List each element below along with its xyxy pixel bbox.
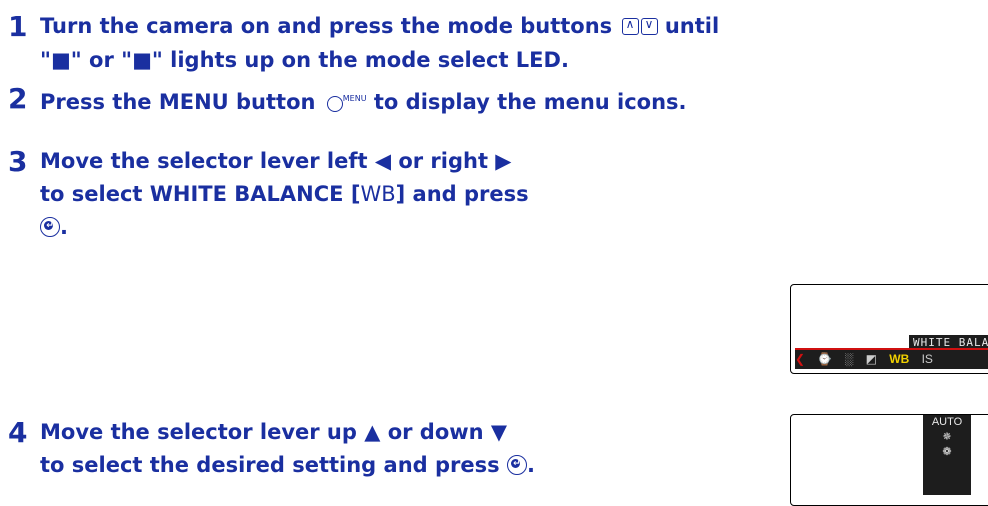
mode-up-button-icon: ∧	[621, 17, 639, 35]
exposure-icon: ◩	[865, 352, 877, 366]
step-3-line-1: Move the selector lever left ◀ or right …	[40, 145, 511, 178]
wb-option-auto: AUTO	[931, 416, 963, 428]
self-timer-icon: ⌚	[817, 352, 833, 366]
step-1-text-b: until	[664, 14, 720, 38]
white-balance-options: AUTO ✵ ❁	[923, 415, 971, 495]
step-2-number: 2	[8, 82, 28, 115]
step-2-text-a: Press the MENU button	[40, 90, 316, 114]
left-arrow-icon: ◀	[374, 149, 391, 173]
menu-screen-preview: WHITE BALAN ❮ ⌚ ░ ◩ WB IS	[790, 284, 988, 374]
menu-button-label: MENU	[342, 94, 367, 103]
step-2-line-1: Press the MENU button MENU to display th…	[40, 82, 687, 119]
step-3-number: 3	[8, 145, 28, 178]
step-4-line-2: to select the desired setting and press …	[40, 449, 535, 482]
step-3-text-d: ] and press	[395, 182, 529, 206]
menu-button-icon	[326, 96, 343, 112]
menu-left-chevron-icon: ❮	[795, 352, 806, 366]
ok-button-icon: ↵	[506, 455, 527, 475]
step-1-number: 1	[8, 10, 28, 43]
wb-symbol: WB	[360, 182, 396, 206]
step-3-text-c: to select WHITE BALANCE [	[40, 182, 361, 206]
step-3: 3 Move the selector lever left ◀ or righ…	[8, 145, 768, 255]
step-1-text-c: "■" or "■" lights up on the mode select …	[40, 48, 569, 72]
iso-icon: IS	[921, 352, 933, 366]
up-arrow-icon: ▲	[364, 420, 381, 444]
step-4-text-c: to select the desired setting and press	[40, 453, 500, 477]
wb-option-daylight-icon: ✵	[942, 431, 952, 443]
step-1-line-2: "■" or "■" lights up on the mode select …	[40, 44, 569, 77]
step-4-line-1: Move the selector lever up ▲ or down ▼	[40, 416, 507, 449]
step-2: 2 Press the MENU button MENU to display …	[8, 82, 988, 120]
step-1-line-1: Turn the camera on and press the mode bu…	[40, 10, 719, 43]
menu-icons: ❮ ⌚ ░ ◩ WB IS	[795, 350, 942, 369]
quality-icon: ░	[844, 352, 854, 366]
mode-down-button-icon: ∨	[640, 17, 658, 35]
white-balance-icon: WB	[889, 352, 910, 366]
step-3-line-2: to select WHITE BALANCE [WB] and press	[40, 178, 529, 211]
step-4-text-a: Move the selector lever up	[40, 420, 357, 444]
step-3-text-a: Move the selector lever left	[40, 149, 368, 173]
step-4-period: .	[526, 453, 535, 477]
menu-icon-bar: ❮ ⌚ ░ ◩ WB IS	[795, 348, 988, 369]
white-balance-screen-preview: AUTO ✵ ❁	[790, 414, 988, 506]
down-arrow-icon: ▼	[490, 420, 508, 444]
step-1-text-a: Turn the camera on and press the mode bu…	[40, 14, 613, 38]
step-4: 4 Move the selector lever up ▲ or down ▼…	[8, 416, 778, 486]
ok-button-icon: ↵	[40, 217, 60, 237]
step-1: 1 Turn the camera on and press the mode …	[8, 10, 988, 82]
wb-option-shade-icon: ❁	[942, 446, 952, 458]
step-2-text-b: to display the menu icons.	[373, 90, 687, 114]
step-3-period: .	[60, 215, 68, 239]
step-3-text-b: or right	[398, 149, 488, 173]
step-4-number: 4	[8, 416, 28, 449]
right-arrow-icon: ▶	[495, 149, 512, 173]
step-3-line-3: ↵.	[40, 211, 68, 244]
step-4-text-b: or down	[387, 420, 484, 444]
